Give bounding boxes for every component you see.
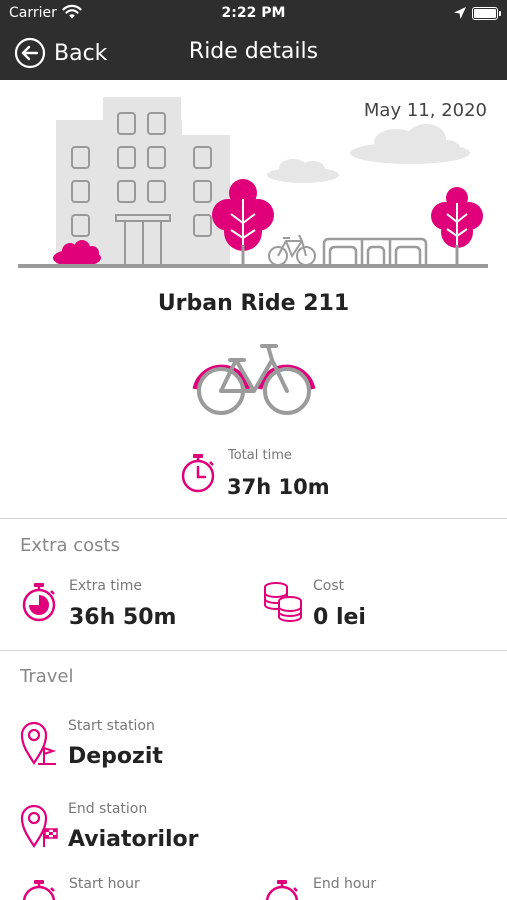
section-title-travel: Travel (20, 666, 74, 687)
start-station-value: Depozit (68, 744, 163, 769)
battery-icon (472, 7, 501, 20)
total-time-label: Total time (228, 448, 292, 463)
map-pin-checkered-flag-icon (20, 804, 58, 848)
start-hour-label: Start hour (69, 876, 140, 892)
navigation-bar: Back Ride details (0, 28, 507, 80)
start-station-stat: Start station Depozit (20, 718, 320, 774)
total-time: Total time 37h 10m (180, 448, 360, 504)
status-bar: Carrier 2:22 PM (0, 0, 507, 28)
bike-station (322, 237, 428, 266)
ride-summary: May 11, 2020 Urban Ride 211 Total time 3… (0, 80, 507, 520)
section-title-extra-costs: Extra costs (20, 535, 120, 556)
start-hour-stat: Start hour (20, 875, 220, 900)
extra-time-label: Extra time (69, 578, 143, 594)
stopwatch-icon (265, 880, 299, 900)
city-illustration (18, 97, 488, 268)
total-time-value: 37h 10m (227, 475, 330, 499)
start-station-label: Start station (68, 718, 155, 734)
coins-icon (264, 582, 302, 622)
map-pin-flag-icon (20, 721, 57, 765)
ground-line (18, 264, 488, 268)
divider (0, 650, 507, 651)
end-hour-stat: End hour (263, 875, 463, 900)
stopwatch-icon (181, 454, 215, 493)
cost-stat: Cost 0 lei (263, 578, 463, 634)
location-arrow-icon (453, 6, 467, 24)
extra-time-stat: Extra time 36h 50m (20, 578, 220, 634)
cloud-large (350, 124, 470, 164)
ride-name: Urban Ride 211 (157, 291, 350, 316)
page-title: Ride details (188, 39, 319, 64)
stopwatch-icon (22, 583, 56, 622)
end-station-value: Aviatorilor (68, 827, 199, 852)
end-station-stat: End station Aviatorilor (20, 801, 320, 857)
cost-value: 0 lei (313, 605, 366, 630)
status-time: 2:22 PM (221, 5, 286, 21)
end-hour-label: End hour (313, 876, 377, 892)
bicycle-icon (192, 344, 316, 415)
stopwatch-icon (22, 880, 56, 900)
parked-bicycle (268, 234, 316, 266)
extra-time-value: 36h 50m (69, 605, 177, 630)
divider (0, 518, 507, 519)
end-station-label: End station (68, 801, 148, 817)
cost-label: Cost (313, 578, 345, 594)
cloud-small (267, 159, 339, 183)
tree-right (431, 187, 483, 266)
